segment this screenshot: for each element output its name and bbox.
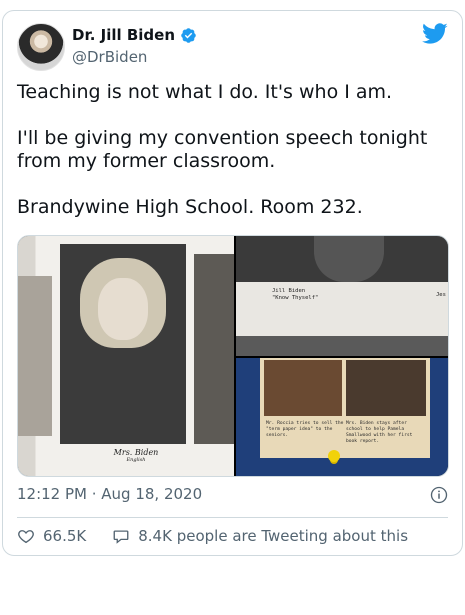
tweeting-about-action[interactable]: 8.4K people are Tweeting about this: [112, 527, 408, 545]
media-grid: Mrs. Biden English Jill Biden "Know Thys…: [17, 235, 449, 477]
twitter-bird-icon[interactable]: [422, 23, 448, 45]
portrait-face: [98, 278, 148, 340]
tweet-text: Teaching is not what I do. It's who I am…: [17, 81, 428, 218]
clipping-caption: Mrs. Biden stays after school to help Pa…: [346, 421, 413, 444]
caption-name: Mrs. Biden: [113, 448, 159, 457]
tweeting-about-text: 8.4K people are Tweeting about this: [138, 527, 409, 545]
photo-strip: [236, 336, 448, 356]
yearbook-portrait-photo[interactable]: Mrs. Biden English: [18, 236, 234, 476]
yearbook-side-photo: [18, 276, 52, 436]
yearbook-quote-photo[interactable]: Jill Biden "Know Thyself" Jes: [236, 236, 448, 356]
author-name-row[interactable]: Dr. Jill Biden: [72, 26, 197, 44]
tweet-actions: 66.5K 8.4K people are Tweeting about thi…: [17, 527, 408, 545]
like-action[interactable]: 66.5K: [17, 527, 86, 545]
display-name[interactable]: Dr. Jill Biden: [72, 26, 175, 44]
tweet-header: Dr. Jill Biden @DrBiden: [17, 23, 448, 75]
caption-line: "Know Thyself": [272, 295, 319, 301]
clipping-image: [346, 360, 426, 416]
heart-icon[interactable]: [17, 527, 35, 545]
verified-badge-icon: [181, 27, 196, 43]
tweet-timestamp[interactable]: 12:12 PM · Aug 18, 2020: [17, 485, 202, 503]
caption-subject: English: [126, 457, 146, 463]
info-icon[interactable]: [430, 486, 448, 504]
yearbook-side-photo: [194, 254, 234, 444]
portrait-caption: Mrs. Biden English: [96, 448, 176, 463]
clipping-caption: Mr. Roccia tries to sell the "term paper…: [266, 421, 344, 438]
newspaper-clipping-photo[interactable]: Mr. Roccia tries to sell the "term paper…: [236, 358, 448, 476]
clipping-image: [264, 360, 342, 416]
avatar[interactable]: [17, 23, 65, 71]
yearbook-caption: Jill Biden "Know Thyself": [272, 288, 318, 302]
caption-line: Jill Biden: [272, 288, 306, 294]
tweet-card[interactable]: Dr. Jill Biden @DrBiden Teaching is not …: [2, 10, 463, 556]
divider: [17, 517, 448, 518]
push-pin: [328, 450, 340, 462]
handle[interactable]: @DrBiden: [72, 48, 147, 66]
caption-edge: Jes: [436, 292, 446, 298]
speech-bubble-icon[interactable]: [112, 527, 130, 545]
like-count: 66.5K: [43, 527, 87, 545]
